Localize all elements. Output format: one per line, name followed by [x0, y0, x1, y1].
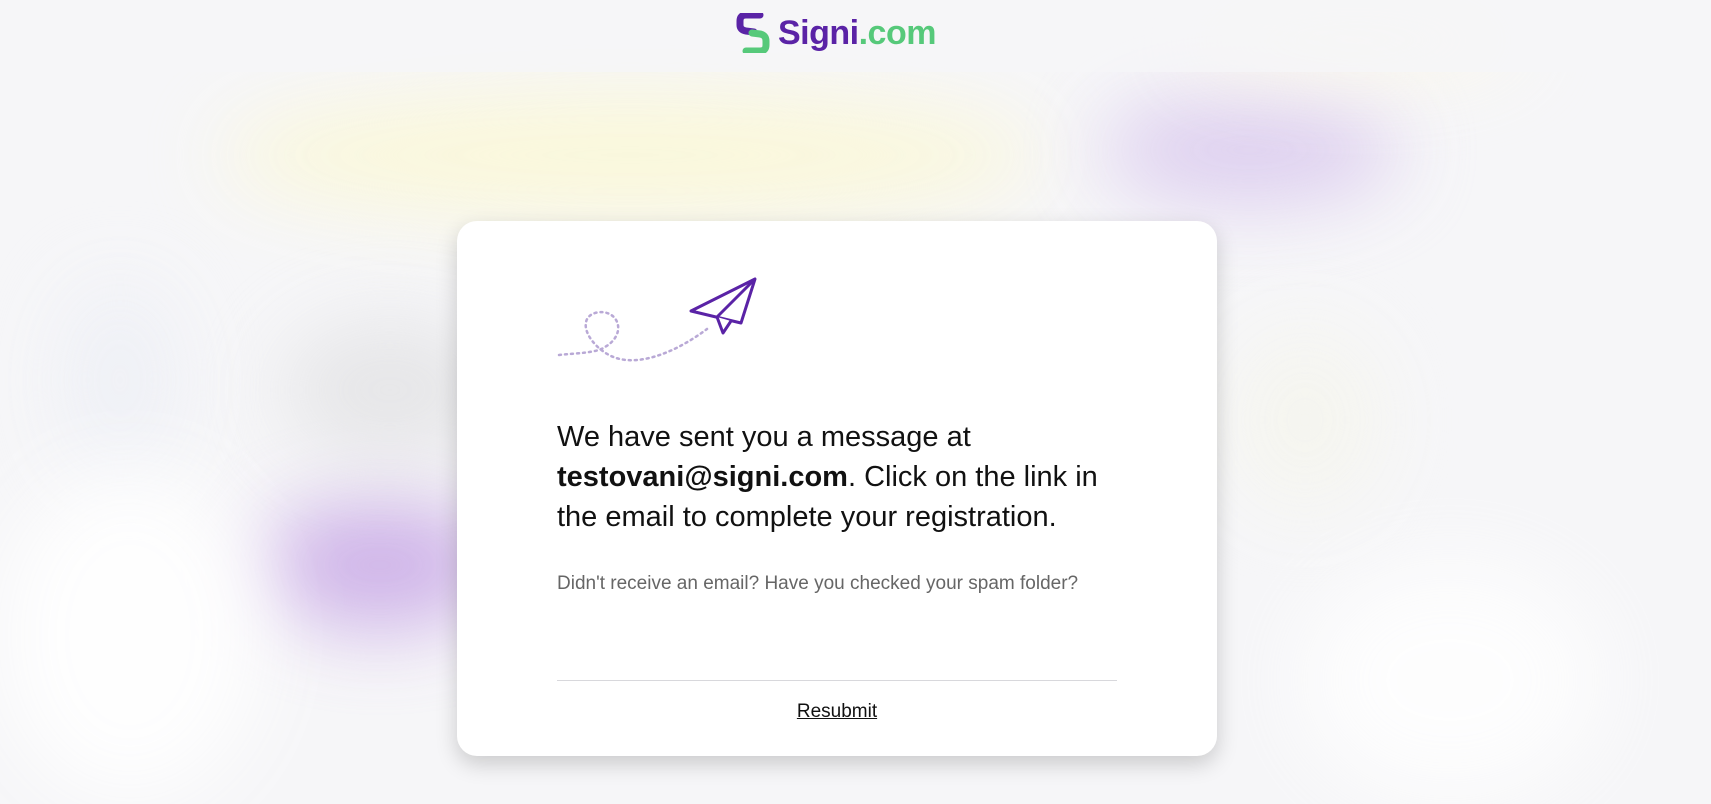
confirmation-card: We have sent you a message at testovani@… — [457, 221, 1217, 756]
top-header: Signi.com — [0, 0, 1711, 72]
divider — [557, 680, 1117, 681]
confirmation-message: We have sent you a message at testovani@… — [557, 417, 1137, 537]
paper-plane-icon — [557, 277, 757, 362]
background-blob — [1100, 95, 1400, 205]
background-blob — [60, 280, 180, 480]
logo-wordmark: Signi.com — [778, 16, 936, 50]
signi-logo-icon — [736, 13, 770, 53]
background-blob — [220, 90, 1040, 220]
spam-hint-text: Didn't receive an email? Have you checke… — [557, 573, 1079, 594]
background-blob — [0, 470, 260, 800]
background-blob — [1230, 330, 1380, 510]
logo-name: Signi — [778, 14, 859, 52]
logo-domain: .com — [858, 14, 937, 52]
background-blob — [1300, 560, 1600, 800]
resubmit-link[interactable]: Resubmit — [557, 701, 1117, 723]
message-text: We have sent you a message at — [557, 421, 971, 453]
signi-logo[interactable]: Signi.com — [736, 12, 936, 54]
registered-email: testovani@signi.com — [557, 461, 848, 493]
